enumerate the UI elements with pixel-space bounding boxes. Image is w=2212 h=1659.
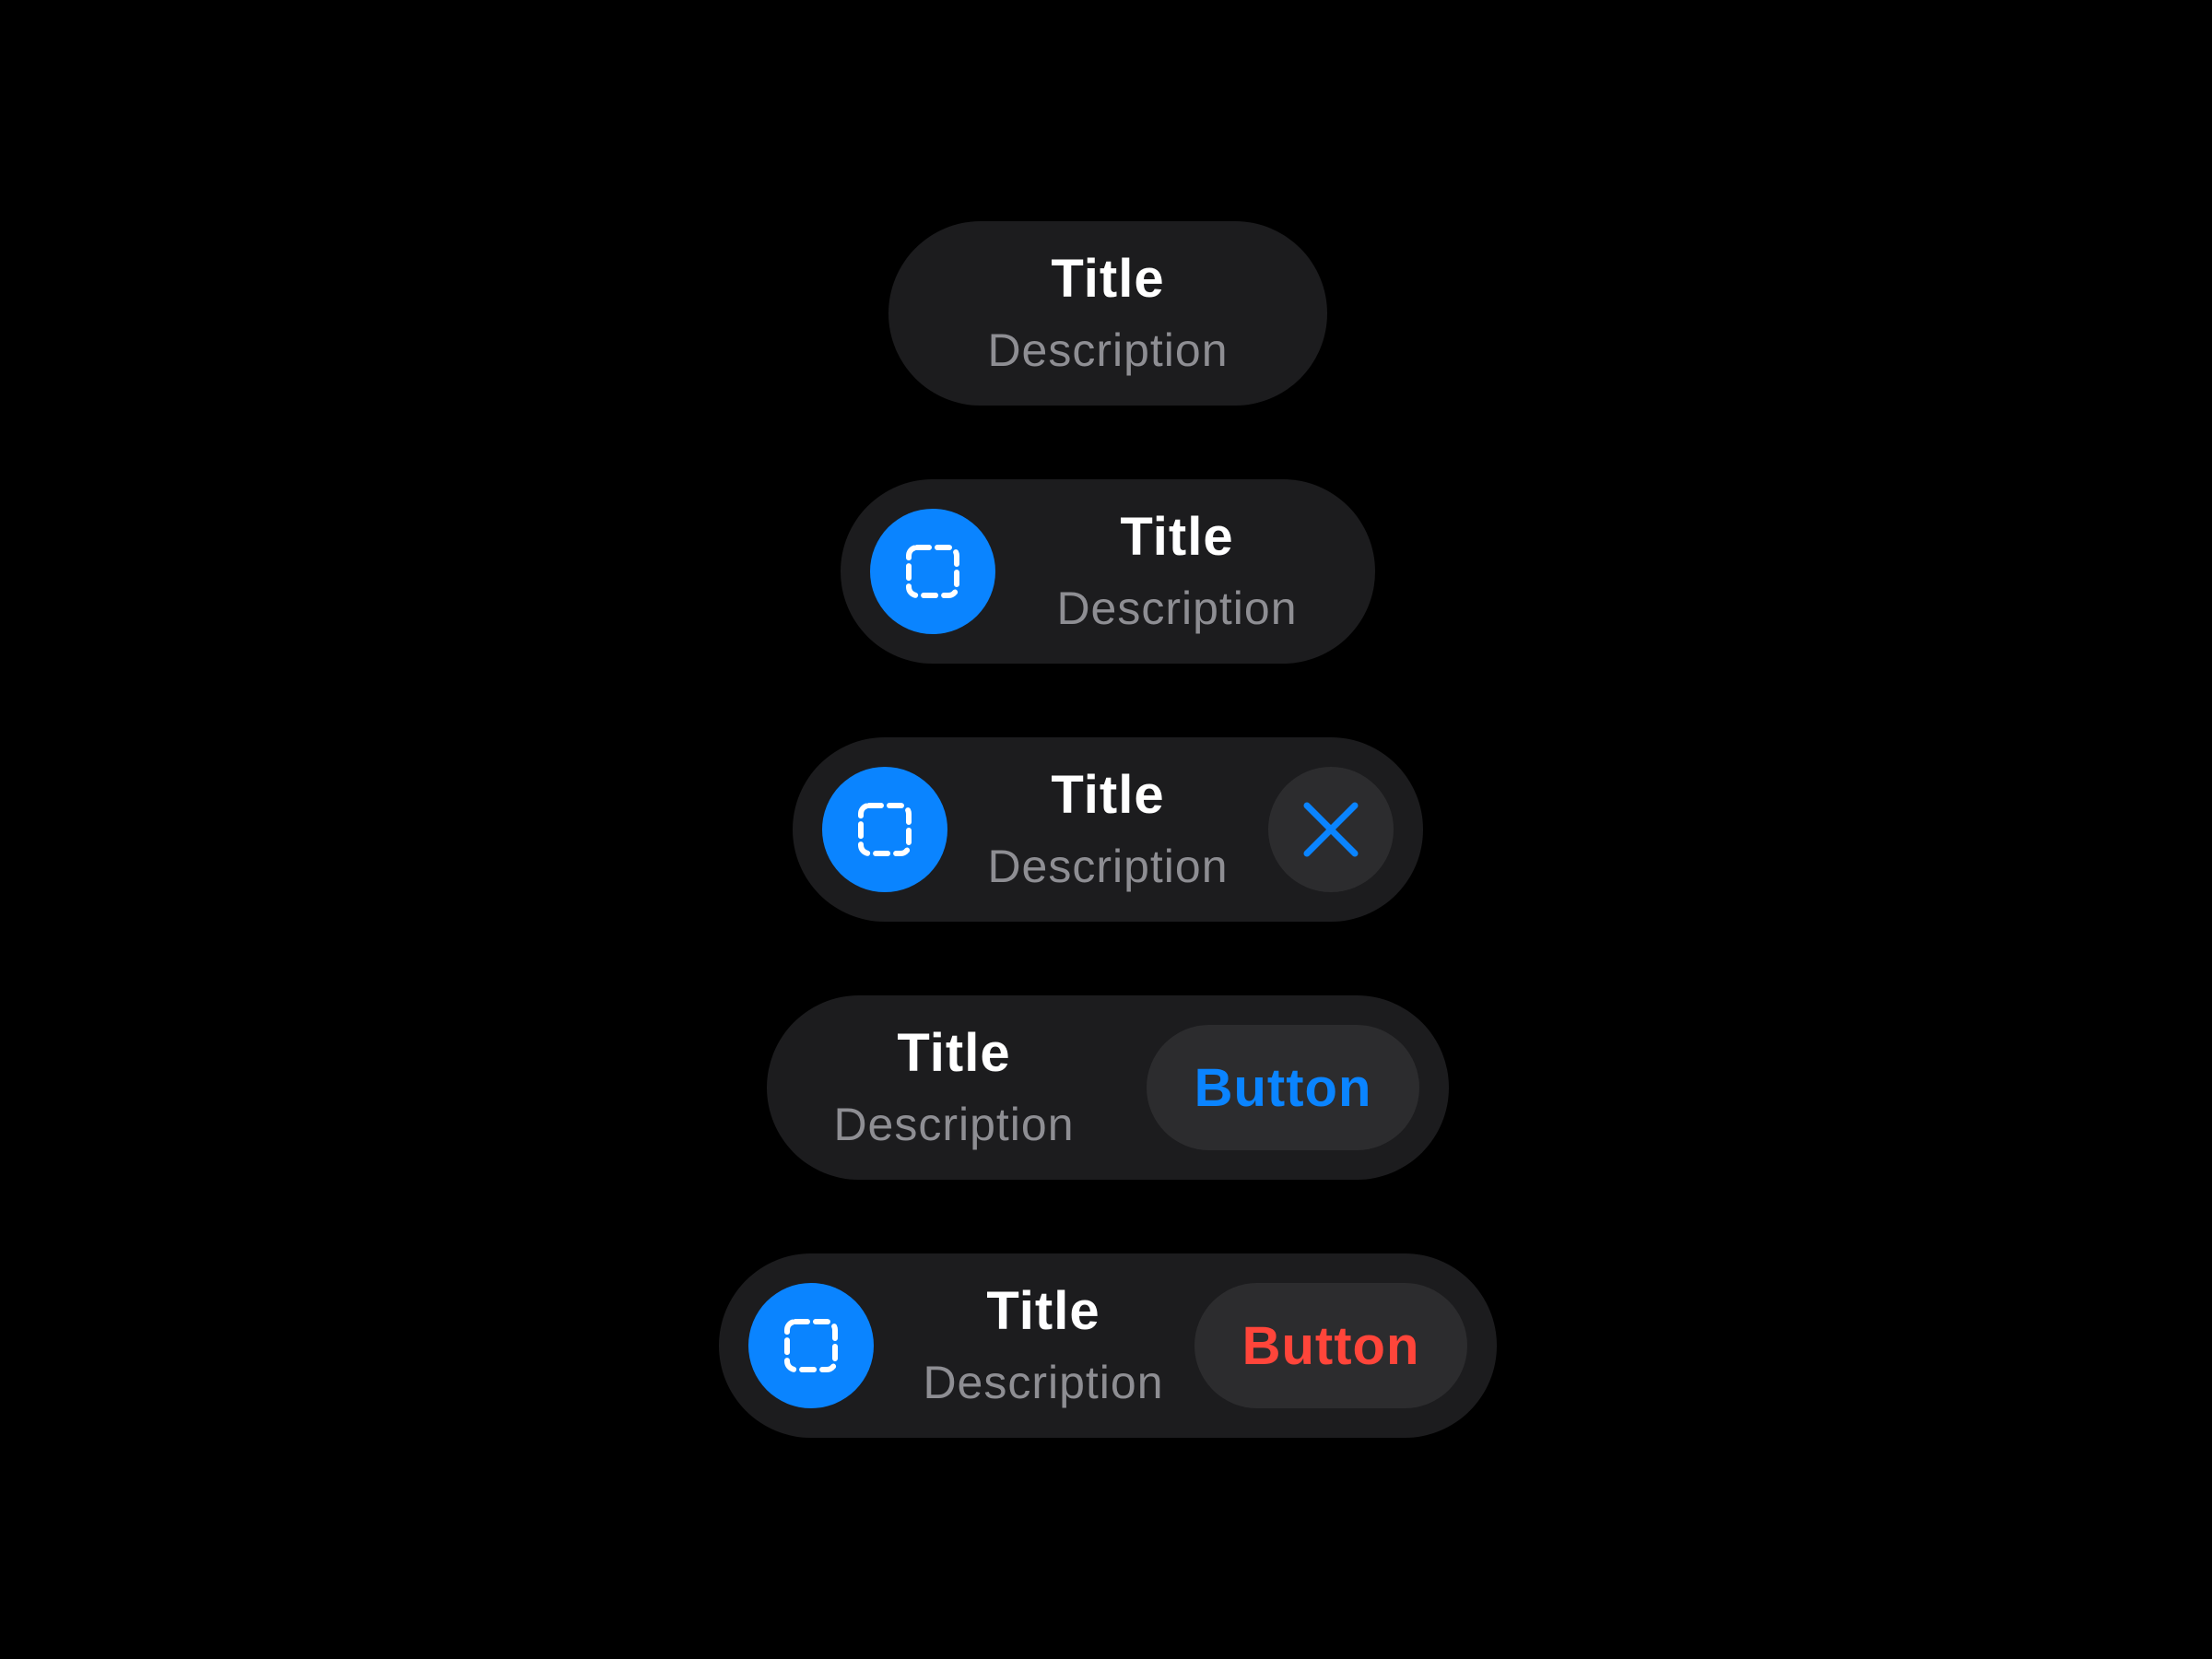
toast-leading-icon xyxy=(870,509,995,634)
toast-description: Description xyxy=(987,841,1229,892)
toast-with-button: Title Description Button xyxy=(767,995,1449,1180)
dashed-square-icon xyxy=(784,1319,838,1372)
toast-text: Title Description xyxy=(959,737,1257,922)
toast-description: Description xyxy=(923,1357,1164,1408)
dashed-square-icon xyxy=(906,545,959,598)
toast-with-icon: Title Description xyxy=(841,479,1375,664)
toast-with-icon-and-close: Title Description xyxy=(793,737,1423,922)
toast-with-icon-and-button: Title Description Button xyxy=(719,1253,1497,1438)
dashed-square-icon xyxy=(858,803,912,856)
close-icon xyxy=(1303,802,1359,857)
toast-title: Title xyxy=(897,1023,1011,1083)
toast-title: Title xyxy=(986,1281,1100,1341)
toast-title: Title xyxy=(1051,765,1165,825)
toast-description: Description xyxy=(833,1099,1075,1150)
toast-text-only: Title Description xyxy=(888,221,1327,406)
toast-leading-icon xyxy=(748,1283,874,1408)
toast-title: Title xyxy=(1120,507,1234,567)
toast-leading-icon xyxy=(822,767,947,892)
toast-text: Title Description xyxy=(888,221,1327,406)
toast-text: Title Description xyxy=(1006,479,1347,664)
toast-description: Description xyxy=(1056,582,1298,634)
toast-text: Title Description xyxy=(885,1253,1202,1438)
toast-text: Title Description xyxy=(794,995,1113,1180)
toast-action-button[interactable]: Button xyxy=(1194,1283,1467,1408)
toast-action-button[interactable]: Button xyxy=(1147,1025,1419,1150)
close-button[interactable] xyxy=(1268,767,1394,892)
toast-title: Title xyxy=(1051,249,1165,309)
toast-description: Description xyxy=(987,324,1229,376)
